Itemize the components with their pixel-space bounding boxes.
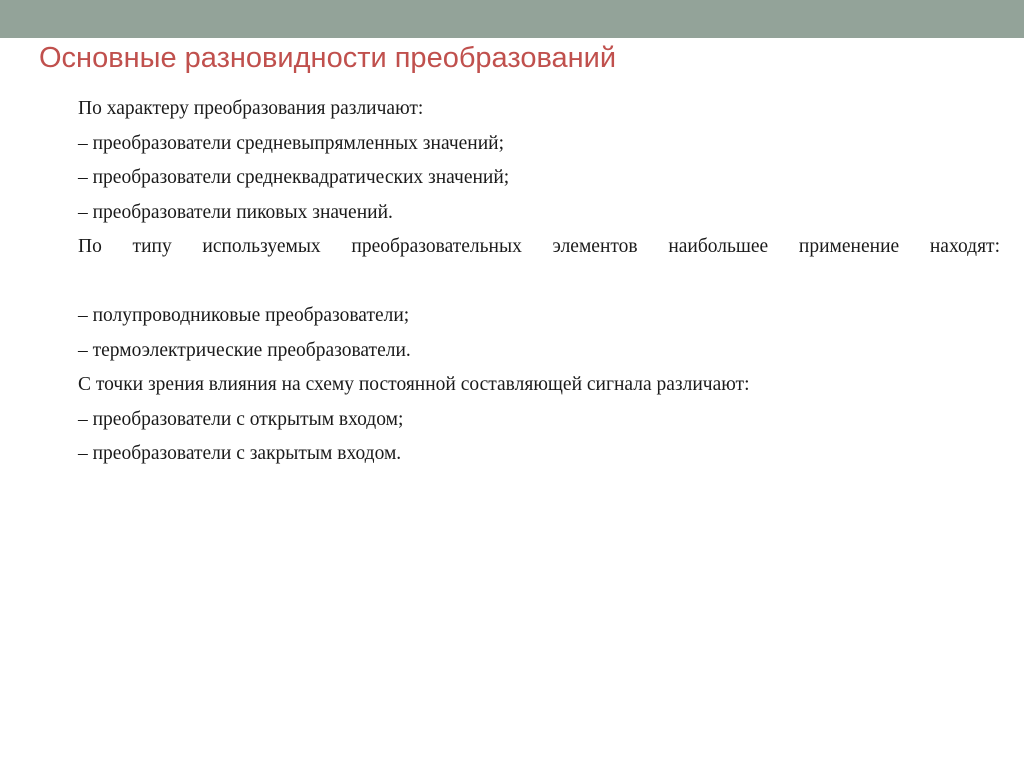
body-list-item-7: – преобразователи с закрытым входом. <box>78 443 402 464</box>
page-title: Основные разновидности преобразований <box>39 42 617 74</box>
body-list-item-4: – полупроводниковые преобразователи; <box>78 305 410 326</box>
body-list-item-3: – преобразователи пиковых значений. <box>78 201 393 223</box>
body-list-item-1: – преобразователи средневыпрямленных зна… <box>78 132 505 154</box>
body-paragraph-3: С точки зрения влияния на схему постоянн… <box>78 374 750 395</box>
top-decorative-band <box>0 0 1024 38</box>
body-list-item-6: – преобразователи с открытым входом; <box>78 408 404 430</box>
slide-body: По характеру преобразования различают: –… <box>25 92 1000 472</box>
body-list-item-2: – преобразователи среднеквадратических з… <box>78 167 510 188</box>
slide-canvas: Основные разновидности преобразований По… <box>0 0 1024 767</box>
body-paragraph-2: По типу используемых преобразовательных … <box>78 236 1000 257</box>
body-paragraph-1: По характеру преобразования различают: <box>78 98 424 119</box>
body-list-item-5: – термоэлектрические преобразователи. <box>78 339 411 361</box>
